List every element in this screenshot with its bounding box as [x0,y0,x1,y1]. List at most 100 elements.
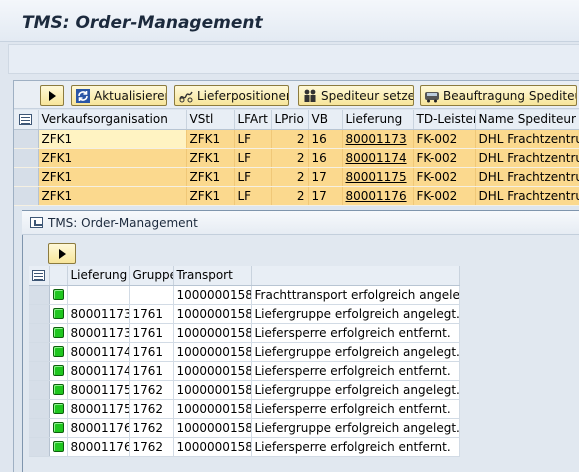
table-cell[interactable]: ZFK1 [38,148,187,168]
table-cell[interactable]: 80001176 [67,418,130,438]
row-selector[interactable] [14,148,39,168]
row-selector[interactable] [29,342,50,362]
column-header[interactable]: TD-Leister [413,110,476,130]
table-cell[interactable]: 1000000158 [173,285,252,305]
table-cell[interactable]: 2 [271,167,309,187]
table-cell[interactable]: ZFK1 [186,167,235,187]
table-cell[interactable] [129,285,174,305]
table-cell[interactable]: 1000000158 [173,323,252,343]
layout-header-cell[interactable] [29,266,50,286]
table-cell[interactable]: 2 [271,148,309,168]
table-cell[interactable]: 17 [308,167,343,187]
message-cell[interactable]: Liefergruppe erfolgreich angelegt. [251,380,460,400]
table-cell[interactable]: FK-002 [413,148,476,168]
table-cell[interactable]: FK-002 [413,167,476,187]
row-selector[interactable] [14,129,39,149]
table-cell[interactable]: 80001175 [67,399,130,419]
table-cell[interactable]: ZFK1 [38,129,187,149]
table-cell[interactable]: LF [234,186,272,206]
assign-carrier-button[interactable]: Beauftragung Spediteur [420,85,577,106]
table-cell[interactable]: 1000000158 [173,342,252,362]
table-cell[interactable]: 80001174 [67,361,130,381]
table-cell[interactable]: 17 [308,186,343,206]
column-header[interactable] [251,266,460,286]
table-cell[interactable]: FK-002 [413,129,476,149]
delivery-link[interactable]: 80001176 [342,186,414,206]
execute-button[interactable] [40,85,64,106]
table-row[interactable]: 80001174 1761 1000000158 Liefersperre er… [29,361,460,381]
table-cell[interactable] [67,285,130,305]
table-cell[interactable]: 80001173 [67,323,130,343]
table-row[interactable]: 80001173 1761 1000000158 Liefersperre er… [29,323,460,343]
table-cell[interactable]: LF [234,148,272,168]
message-cell[interactable]: Liefersperre erfolgreich entfernt. [251,399,460,419]
table-cell[interactable]: 1000000158 [173,437,252,457]
column-header[interactable]: LFArt [234,110,272,130]
column-header[interactable]: Lieferung [67,266,130,286]
table-row[interactable]: ZFK1 ZFK1 LF 2 17 80001175 FK-002 DHL Fr… [14,167,579,187]
table-row[interactable]: ZFK1 ZFK1 LF 2 16 80001173 FK-002 DHL Fr… [14,129,579,149]
layout-header-cell[interactable] [14,110,39,130]
table-cell[interactable]: LF [234,167,272,187]
row-selector[interactable] [29,285,50,305]
column-header[interactable]: LPrio [271,110,309,130]
table-cell[interactable]: 1762 [129,380,174,400]
message-cell[interactable]: Liefergruppe erfolgreich angelegt. [251,304,460,324]
dialog-title-bar[interactable]: TMS: Order-Management [22,211,579,235]
row-selector[interactable] [14,167,39,187]
table-cell[interactable]: 80001173 [67,304,130,324]
table-cell[interactable]: 1761 [129,323,174,343]
column-header[interactable]: VB [308,110,343,130]
table-row[interactable]: 1000000158 Frachttransport erfolgreich a… [29,285,460,305]
column-header[interactable]: VStl [186,110,235,130]
table-cell[interactable]: 1762 [129,399,174,419]
table-cell[interactable]: 1761 [129,361,174,381]
column-header[interactable]: Gruppe [129,266,174,286]
column-header[interactable]: Name Spediteur [475,110,579,130]
table-cell[interactable]: 1762 [129,437,174,457]
table-cell[interactable]: 1000000158 [173,361,252,381]
row-selector[interactable] [29,418,50,438]
table-cell[interactable]: ZFK1 [38,167,187,187]
table-row[interactable]: 80001175 1762 1000000158 Liefergruppe er… [29,380,460,400]
dialog-execute-button[interactable] [48,243,76,264]
table-row[interactable]: 80001176 1762 1000000158 Liefersperre er… [29,437,460,457]
row-selector[interactable] [29,437,50,457]
table-cell[interactable]: 16 [308,148,343,168]
message-cell[interactable]: Frachttransport erfolgreich angelegt. [251,285,460,305]
table-cell[interactable]: DHL Frachtzentrum [475,167,579,187]
row-selector[interactable] [29,399,50,419]
message-cell[interactable]: Liefergruppe erfolgreich angelegt. [251,342,460,362]
table-cell[interactable]: 1000000158 [173,380,252,400]
table-cell[interactable]: 80001174 [67,342,130,362]
message-cell[interactable]: Liefersperre erfolgreich entfernt. [251,437,460,457]
table-cell[interactable]: 2 [271,129,309,149]
column-header[interactable]: Transport [173,266,252,286]
table-cell[interactable]: 16 [308,129,343,149]
table-cell[interactable]: 1762 [129,418,174,438]
table-cell[interactable]: ZFK1 [38,186,187,206]
table-cell[interactable]: FK-002 [413,186,476,206]
row-selector[interactable] [29,304,50,324]
row-selector[interactable] [14,186,39,206]
table-cell[interactable]: 1000000158 [173,399,252,419]
table-cell[interactable]: 2 [271,186,309,206]
table-cell[interactable]: ZFK1 [186,148,235,168]
table-cell[interactable]: DHL Frachtzentrum [475,129,579,149]
delivery-positions-button[interactable]: Lieferpositionen [174,85,289,106]
column-header[interactable]: Lieferung [342,110,414,130]
table-cell[interactable]: LF [234,129,272,149]
delivery-link[interactable]: 80001174 [342,148,414,168]
column-header[interactable]: Verkaufsorganisation [38,110,187,130]
table-cell[interactable]: DHL Frachtzentrum [475,186,579,206]
status-header[interactable] [49,266,68,286]
table-cell[interactable]: 80001176 [67,437,130,457]
refresh-button[interactable]: Aktualisieren [71,85,167,106]
table-row[interactable]: 80001173 1761 1000000158 Liefergruppe er… [29,304,460,324]
table-cell[interactable]: 1000000158 [173,418,252,438]
row-selector[interactable] [29,323,50,343]
delivery-link[interactable]: 80001175 [342,167,414,187]
table-cell[interactable]: 80001175 [67,380,130,400]
table-cell[interactable]: 1761 [129,342,174,362]
row-selector[interactable] [29,361,50,381]
